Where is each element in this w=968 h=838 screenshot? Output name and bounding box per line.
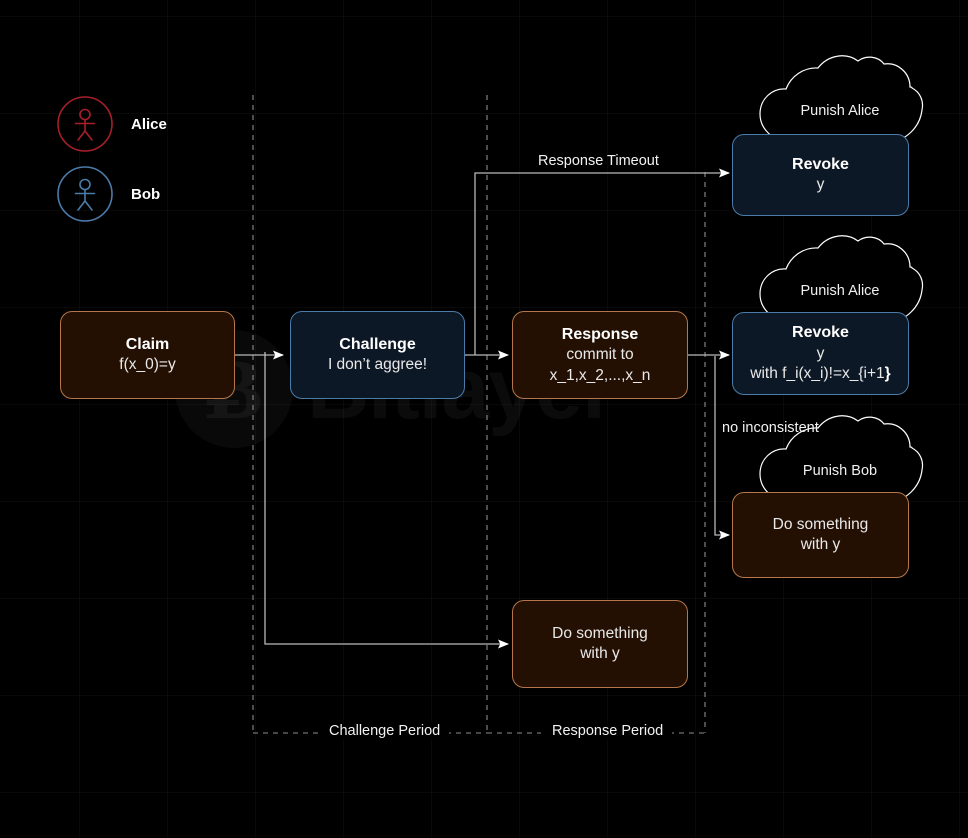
alice-avatar	[57, 96, 113, 152]
cloud-label-punish-alice-inconsistent: Punish Alice	[800, 283, 880, 299]
person-icon	[57, 166, 113, 222]
node-revoke-inconsistent-line-1: y	[816, 344, 825, 362]
cloud-punish-alice-timeout	[759, 55, 924, 143]
node-claim[interactable]: Claim f(x_0)=y	[60, 311, 235, 399]
node-challenge[interactable]: Challenge I don’t aggree!	[290, 311, 465, 399]
node-revoke-inconsistent[interactable]: Revoke y with f_i(x_i)!=x_{i+1}	[732, 312, 909, 395]
node-revoke-inconsistent-line-2: with f_i(x_i)!=x_{i+1}	[750, 365, 891, 383]
node-claim-title: Claim	[125, 336, 170, 354]
node-response[interactable]: Response commit to x_1,x_2,...,x_n	[512, 311, 688, 399]
node-do-something-bob-line-1: Do something	[772, 515, 869, 533]
node-revoke-timeout-title: Revoke	[792, 156, 849, 174]
node-challenge-line-1: I don’t aggree!	[327, 356, 428, 374]
node-revoke-timeout-line-1: y	[816, 176, 825, 194]
legend-label-alice: Alice	[131, 115, 167, 133]
node-revoke-inconsistent-title: Revoke	[792, 324, 849, 342]
node-claim-line-1: f(x_0)=y	[119, 356, 176, 374]
bob-avatar	[57, 166, 113, 222]
period-label-challenge: Challenge Period	[320, 723, 450, 739]
node-do-something-noresponse[interactable]: Do something with y	[512, 600, 688, 688]
person-icon	[57, 96, 113, 152]
period-label-response: Response Period	[543, 723, 673, 739]
cloud-punish-alice-inconsistent	[759, 235, 924, 323]
legend-label-bob: Bob	[131, 185, 161, 203]
node-response-line-1: commit to	[566, 346, 634, 364]
cloud-label-punish-bob: Punish Bob	[802, 463, 878, 479]
edge-label-response-timeout: Response Timeout	[538, 153, 659, 169]
node-revoke-timeout[interactable]: Revoke y	[732, 134, 909, 216]
legend-actor-bob: Bob	[57, 166, 160, 222]
edge-no-inconsistent	[714, 356, 730, 540]
diagram-canvas: Ƀ Bitlayer	[0, 0, 968, 838]
node-response-title: Response	[561, 325, 639, 343]
cloud-label-punish-alice-timeout: Punish Alice	[800, 103, 880, 119]
node-do-something-bob[interactable]: Do something with y	[732, 492, 909, 578]
node-do-something-noresponse-line-2: with y	[580, 645, 620, 662]
node-response-line-2: x_1,x_2,...,x_n	[549, 366, 651, 384]
node-do-something-bob-line-2: with y	[800, 536, 841, 553]
edge-label-no-inconsistent: no inconsistent	[722, 420, 819, 436]
node-do-something-noresponse-line-1: Do something	[552, 624, 648, 642]
legend-actor-alice: Alice	[57, 96, 167, 152]
node-challenge-title: Challenge	[339, 336, 416, 354]
